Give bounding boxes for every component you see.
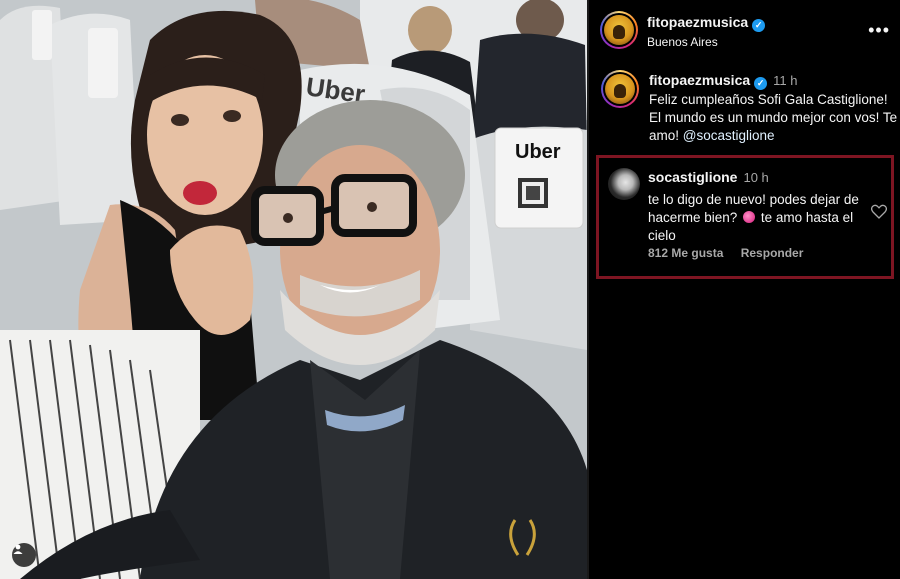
post-photo[interactable]: Uber Uber [0,0,587,579]
reply-button[interactable]: Responder [741,246,804,260]
comment-likes-count[interactable]: 812 Me gusta [648,246,723,260]
caption-mention-link[interactable]: @socastiglione [683,128,775,143]
caption-author-username[interactable]: fitopaezmusica [649,72,750,88]
post-side-panel: fitopaezmusica ✓ Buenos Aires ••• fitopae… [589,0,900,579]
comment-meta: 812 Me gusta Responder [648,246,803,260]
caption-verified-badge-icon: ✓ [754,76,768,90]
author-username[interactable]: fitopaezmusica [647,14,748,30]
heart-emoji-icon [743,211,756,223]
post-header: fitopaezmusica ✓ Buenos Aires ••• [589,0,900,60]
author-avatar[interactable] [600,11,638,49]
post-location[interactable]: Buenos Aires [647,35,765,49]
user-tag-icon [13,544,23,554]
like-comment-button[interactable] [870,204,888,224]
commenter-avatar[interactable] [608,168,640,200]
photo-illustration: Uber Uber [0,0,587,579]
commenter-username[interactable]: socastiglione [648,169,737,185]
caption-time[interactable]: 11 h [773,73,797,88]
more-options-icon[interactable]: ••• [868,20,890,41]
caption-author-avatar[interactable] [601,70,639,108]
user-tag-button[interactable] [12,543,36,567]
comment-time[interactable]: 10 h [743,170,768,185]
heart-icon [870,204,888,219]
verified-badge-icon: ✓ [752,19,766,32]
highlighted-comment: socastiglione 10 h te lo digo de nuevo! p… [596,155,894,279]
